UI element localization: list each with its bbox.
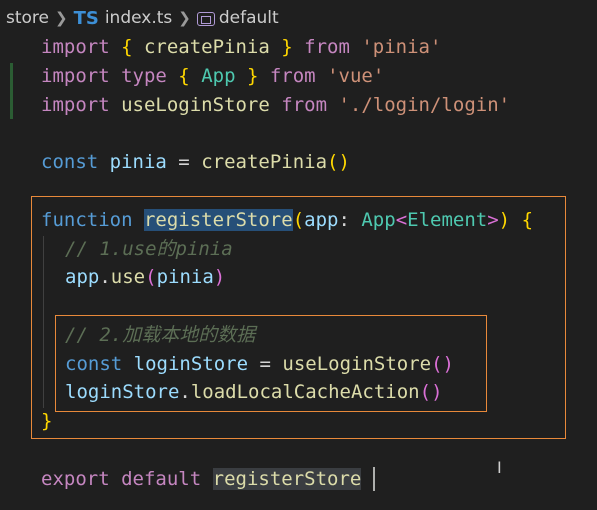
code-line-16[interactable]: export default registerStore <box>41 465 362 493</box>
symbol-variable-icon <box>196 12 215 26</box>
code-line-8-comment[interactable]: // 1.use的pinia <box>65 235 233 263</box>
code-line-5[interactable]: const pinia = createPinia() <box>41 148 350 176</box>
chevron-right-icon: ❯ <box>178 9 191 27</box>
code-line-1[interactable]: import { createPinia } from 'pinia' <box>41 33 441 61</box>
code-line-2[interactable]: import type { App } from 'vue' <box>41 62 384 90</box>
gutter-modified-marker <box>10 91 13 119</box>
gutter-modified-marker <box>10 63 13 91</box>
text-caret <box>373 467 375 491</box>
typescript-file-icon: TS <box>73 7 99 29</box>
breadcrumb-folder[interactable]: store <box>6 8 49 28</box>
code-line-7[interactable]: function registerStore(app: App<Element>… <box>41 206 533 234</box>
chevron-right-icon: ❯ <box>55 9 68 27</box>
code-line-12[interactable]: const loginStore = useLoginStore() <box>65 350 454 378</box>
code-line-14[interactable]: } <box>41 407 52 435</box>
code-line-9[interactable]: app.use(pinia) <box>65 263 225 291</box>
code-line-3[interactable]: import useLoginStore from './login/login… <box>41 91 510 119</box>
breadcrumb: store ❯ TS index.ts ❯ default <box>0 0 597 36</box>
text-cursor-icon: I <box>497 458 502 477</box>
code-line-13[interactable]: loginStore.loadLocalCacheAction() <box>65 378 443 406</box>
breadcrumb-symbol[interactable]: default <box>219 8 279 28</box>
breadcrumb-file[interactable]: index.ts <box>105 8 172 28</box>
code-line-11-comment[interactable]: // 2.加载本地的数据 <box>65 321 255 349</box>
